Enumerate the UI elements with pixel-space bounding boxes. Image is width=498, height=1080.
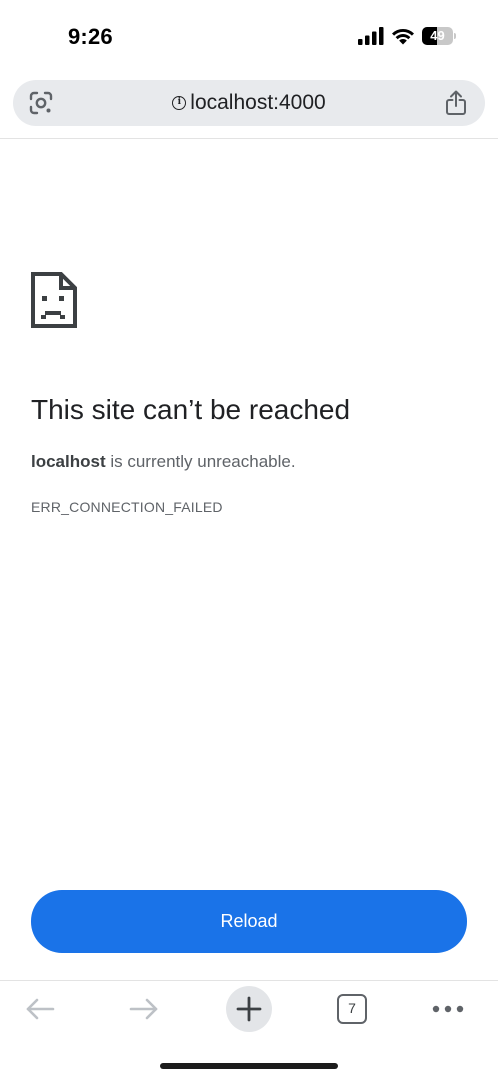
error-title: This site can’t be reached <box>31 394 351 425</box>
error-code: ERR_CONNECTION_FAILED <box>31 499 223 515</box>
cellular-signal-icon <box>358 27 384 45</box>
info-icon[interactable]: i <box>172 96 187 110</box>
error-message: is currently unreachable. <box>105 452 296 471</box>
back-button[interactable] <box>18 987 62 1031</box>
share-icon <box>446 90 466 115</box>
wifi-icon <box>392 28 414 45</box>
tab-count: 7 <box>337 994 367 1024</box>
status-time: 9:26 <box>68 24 113 49</box>
error-host: localhost <box>31 452 106 471</box>
more-horizontal-icon <box>432 1005 464 1013</box>
bottom-toolbar: 7 <box>0 981 498 1037</box>
plus-icon <box>236 996 262 1022</box>
address-bar[interactable]: i localhost:4000 <box>13 80 485 126</box>
battery-level: 49 <box>430 28 445 43</box>
forward-button[interactable] <box>122 987 166 1031</box>
forward-arrow-icon <box>129 998 158 1020</box>
sad-page-icon <box>31 272 77 328</box>
back-arrow-icon <box>26 998 55 1020</box>
share-button[interactable] <box>443 89 469 117</box>
google-lens-icon <box>29 91 53 115</box>
reload-button[interactable]: Reload <box>31 890 467 953</box>
status-bar: 9:26 49 <box>0 0 498 76</box>
error-description: localhost is currently unreachable. <box>31 452 296 472</box>
new-tab-button[interactable] <box>226 986 272 1032</box>
url-field[interactable]: i localhost:4000 <box>73 80 425 126</box>
battery-icon: 49 <box>422 27 456 45</box>
url-text: localhost:4000 <box>190 91 326 114</box>
google-lens-button[interactable] <box>27 90 55 116</box>
more-menu-button[interactable] <box>426 987 470 1031</box>
tab-switcher-button[interactable]: 7 <box>330 987 374 1031</box>
home-indicator <box>160 1063 338 1069</box>
top-divider <box>0 138 498 139</box>
status-icons: 49 <box>358 27 456 45</box>
